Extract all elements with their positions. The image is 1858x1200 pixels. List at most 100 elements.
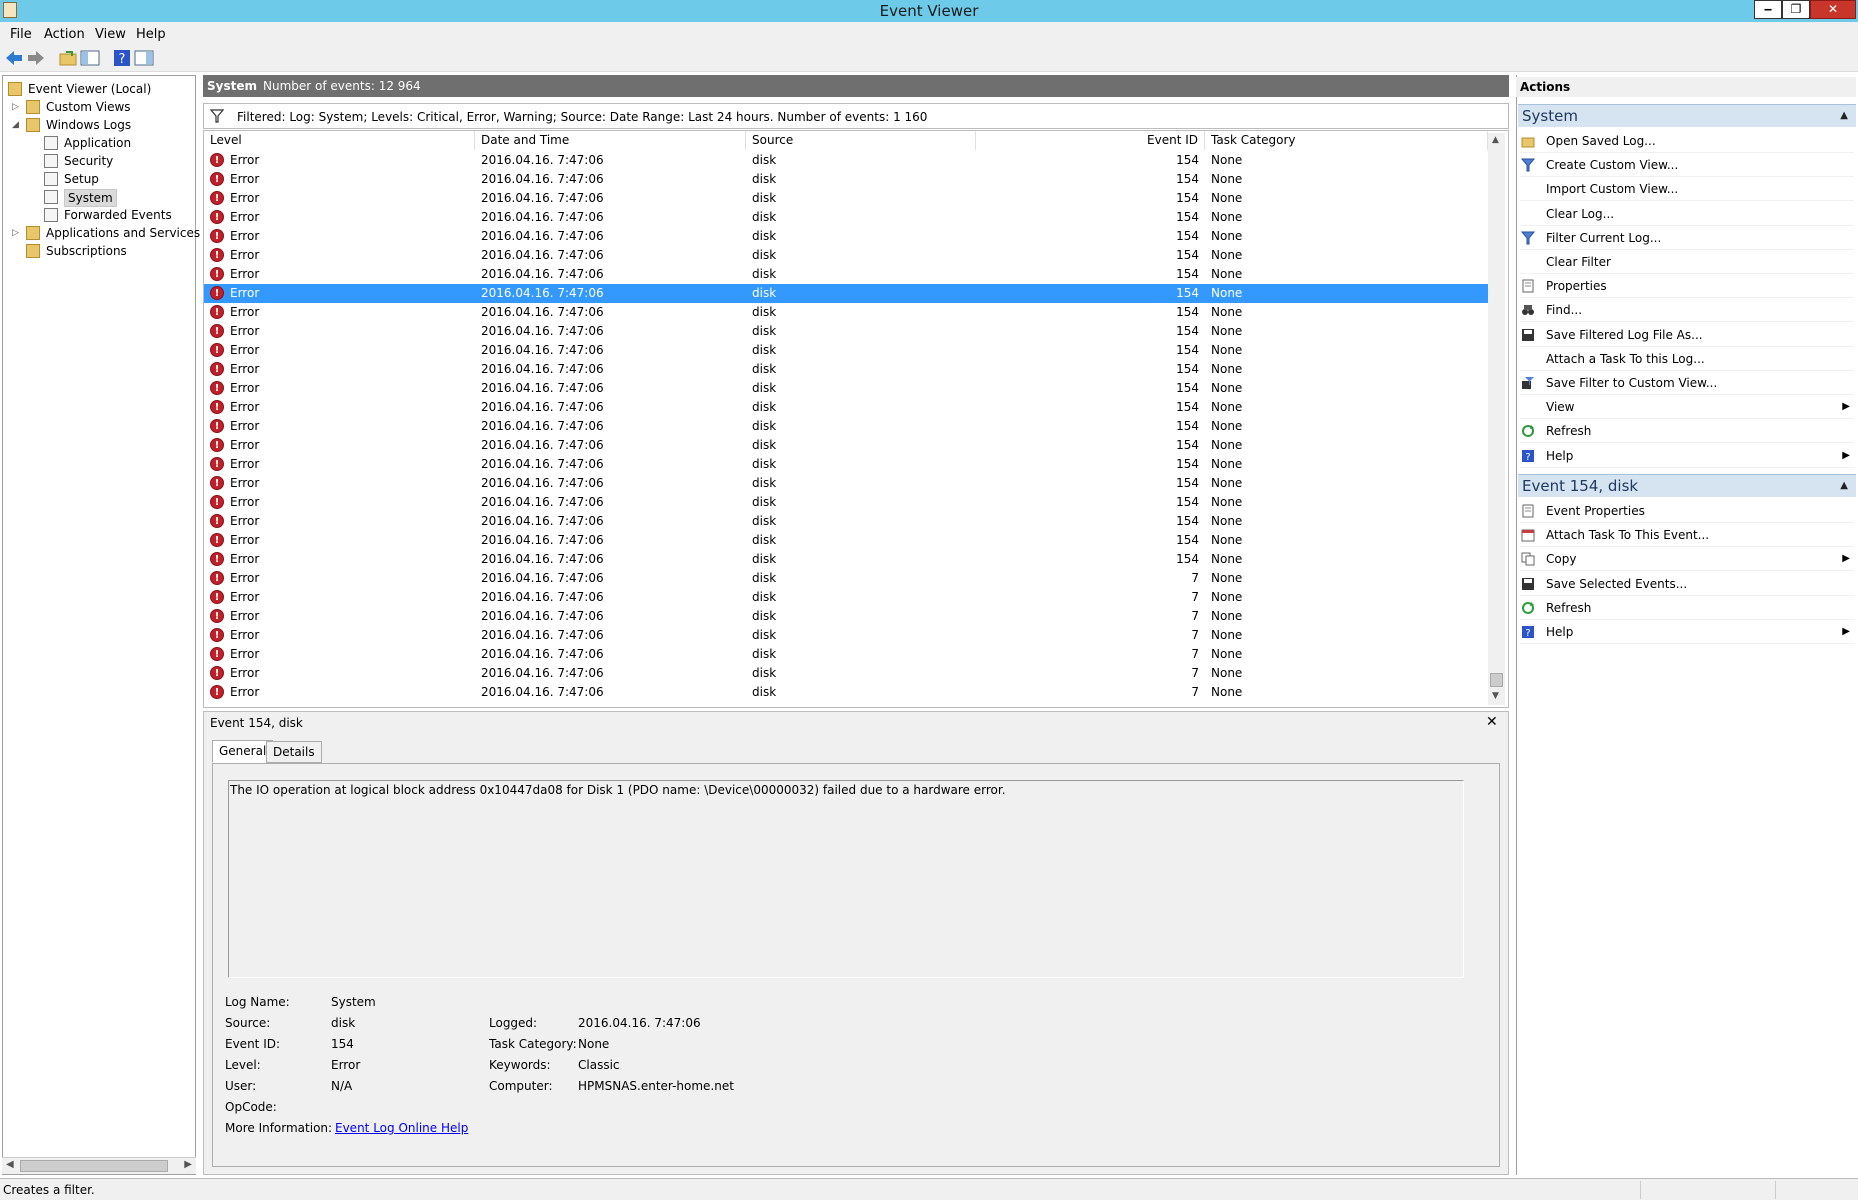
field-value-logname[interactable]: System	[331, 995, 376, 1009]
menu-file[interactable]: File	[10, 27, 32, 42]
column-event-id[interactable]: Event ID	[976, 131, 1205, 150]
column-level[interactable]: Level	[204, 131, 475, 150]
action-event-properties[interactable]: Event Properties	[1520, 499, 1854, 523]
action-help[interactable]: ? Help ▶	[1520, 620, 1854, 644]
event-row[interactable]: ! Error 2016.04.16. 7:47:06 disk 154 None	[204, 265, 1488, 284]
back-arrow-icon[interactable]	[4, 49, 24, 67]
menu-help[interactable]: Help	[136, 27, 166, 42]
event-row[interactable]: ! Error 2016.04.16. 7:47:06 disk 154 None	[204, 550, 1488, 569]
help-icon[interactable]: ?	[112, 49, 132, 67]
show-hide-tree-icon[interactable]	[80, 49, 100, 67]
tree-item-windows-logs[interactable]: ◢ Windows Logs	[2, 116, 196, 134]
event-row[interactable]: ! Error 2016.04.16. 7:47:06 disk 154 None	[204, 246, 1488, 265]
minimize-button[interactable]: ‒	[1754, 0, 1782, 19]
tree-item-forwarded-events[interactable]: Forwarded Events	[2, 206, 196, 224]
event-row[interactable]: ! Error 2016.04.16. 7:47:06 disk 154 None	[204, 398, 1488, 417]
event-row[interactable]: ! Error 2016.04.16. 7:47:06 disk 7 None	[204, 588, 1488, 607]
actions-section-header[interactable]: System ▲	[1518, 104, 1856, 127]
scroll-thumb[interactable]	[1490, 673, 1503, 687]
event-row[interactable]: ! Error 2016.04.16. 7:47:06 disk 154 None	[204, 531, 1488, 550]
event-row[interactable]: ! Error 2016.04.16. 7:47:06 disk 154 None	[204, 227, 1488, 246]
event-row[interactable]: ! Error 2016.04.16. 7:47:06 disk 154 None	[204, 455, 1488, 474]
tab-details[interactable]: Details	[266, 741, 322, 763]
maximize-button[interactable]: ❐	[1782, 0, 1810, 19]
event-row[interactable]: ! Error 2016.04.16. 7:47:06 disk 154 None	[204, 151, 1488, 170]
collapse-arrow-icon[interactable]: ◢	[12, 116, 19, 134]
field-value-level[interactable]: Error	[331, 1058, 360, 1072]
event-list-vertical-scrollbar[interactable]: ▲ ▼	[1488, 133, 1505, 705]
scroll-up-icon[interactable]: ▲	[1492, 135, 1499, 145]
action-help[interactable]: ? Help ▶	[1520, 444, 1854, 468]
action-view[interactable]: View ▶	[1520, 395, 1854, 420]
action-refresh[interactable]: Refresh	[1520, 596, 1854, 620]
menu-action[interactable]: Action	[44, 27, 85, 42]
scroll-right-icon[interactable]: ▶	[184, 1159, 192, 1170]
tree-item-setup[interactable]: Setup	[2, 170, 196, 188]
detail-close-icon[interactable]: ✕	[1486, 714, 1498, 730]
tree-item-event-viewer-local-[interactable]: Event Viewer (Local)	[2, 80, 196, 98]
column-task-category[interactable]: Task Category	[1205, 131, 1488, 150]
event-log-online-help-link[interactable]: Event Log Online Help	[335, 1121, 468, 1135]
event-row[interactable]: ! Error 2016.04.16. 7:47:06 disk 7 None	[204, 683, 1488, 702]
event-row[interactable]: ! Error 2016.04.16. 7:47:06 disk 154 None	[204, 189, 1488, 208]
event-row[interactable]: ! Error 2016.04.16. 7:47:06 disk 154 None	[204, 170, 1488, 189]
action-refresh[interactable]: Refresh	[1520, 419, 1854, 444]
action-clear-log[interactable]: Clear Log...	[1520, 202, 1854, 226]
action-attach-a-task-to-this-log[interactable]: Attach a Task To this Log...	[1520, 347, 1854, 371]
menu-view[interactable]: View	[95, 27, 126, 42]
event-row[interactable]: ! Error 2016.04.16. 7:47:06 disk 154 None	[204, 512, 1488, 531]
tree-item-subscriptions[interactable]: Subscriptions	[2, 242, 196, 260]
tab-general[interactable]: General	[212, 740, 274, 763]
action-import-custom-view[interactable]: Import Custom View...	[1520, 177, 1854, 202]
event-row[interactable]: ! Error 2016.04.16. 7:47:06 disk 7 None	[204, 645, 1488, 664]
scroll-thumb[interactable]	[20, 1160, 168, 1172]
field-value-taskcategory[interactable]: None	[578, 1037, 609, 1051]
event-row[interactable]: ! Error 2016.04.16. 7:47:06 disk 154 None	[204, 284, 1488, 303]
show-hide-action-pane-icon[interactable]	[134, 49, 154, 67]
action-clear-filter[interactable]: Clear Filter	[1520, 250, 1854, 274]
event-row[interactable]: ! Error 2016.04.16. 7:47:06 disk 7 None	[204, 607, 1488, 626]
field-value-user[interactable]: N/A	[331, 1079, 352, 1093]
action-create-custom-view[interactable]: Create Custom View...	[1520, 153, 1854, 178]
tree-item-custom-views[interactable]: ▷ Custom Views	[2, 98, 196, 116]
action-copy[interactable]: Copy ▶	[1520, 547, 1854, 572]
event-row[interactable]: ! Error 2016.04.16. 7:47:06 disk 154 None	[204, 360, 1488, 379]
field-value-keywords[interactable]: Classic	[578, 1058, 620, 1072]
action-attach-task-to-this-event[interactable]: Attach Task To This Event...	[1520, 523, 1854, 548]
scroll-left-icon[interactable]: ◀	[6, 1159, 14, 1170]
column-date-time[interactable]: Date and Time	[475, 131, 746, 150]
tree-item-system[interactable]: System	[2, 188, 196, 207]
event-row[interactable]: ! Error 2016.04.16. 7:47:06 disk 154 None	[204, 474, 1488, 493]
event-row[interactable]: ! Error 2016.04.16. 7:47:06 disk 154 None	[204, 208, 1488, 227]
expand-arrow-icon[interactable]: ▷	[12, 98, 19, 116]
tree-item-security[interactable]: Security	[2, 152, 196, 170]
event-row[interactable]: ! Error 2016.04.16. 7:47:06 disk 154 None	[204, 379, 1488, 398]
forward-arrow-icon[interactable]	[26, 49, 46, 67]
field-value-logged[interactable]: 2016.04.16. 7:47:06	[578, 1016, 701, 1030]
tree-item-applications-and-services-lo[interactable]: ▷ Applications and Services Lo	[2, 224, 218, 242]
event-row[interactable]: ! Error 2016.04.16. 7:47:06 disk 7 None	[204, 569, 1488, 588]
action-properties[interactable]: Properties	[1520, 274, 1854, 299]
event-row[interactable]: ! Error 2016.04.16. 7:47:06 disk 154 None	[204, 322, 1488, 341]
event-row[interactable]: ! Error 2016.04.16. 7:47:06 disk 154 None	[204, 303, 1488, 322]
expand-arrow-icon[interactable]: ▷	[12, 224, 19, 242]
field-value-eventid[interactable]: 154	[331, 1037, 354, 1051]
column-source[interactable]: Source	[746, 131, 976, 150]
field-value-source[interactable]: disk	[331, 1016, 355, 1030]
event-message-box[interactable]	[228, 780, 1464, 978]
action-open-saved-log[interactable]: Open Saved Log...	[1520, 129, 1854, 153]
collapse-section-icon[interactable]: ▲	[1840, 475, 1848, 497]
action-save-filter-to-custom-view[interactable]: Save Filter to Custom View...	[1520, 371, 1854, 395]
event-row[interactable]: ! Error 2016.04.16. 7:47:06 disk 154 None	[204, 436, 1488, 455]
action-save-selected-events[interactable]: Save Selected Events...	[1520, 572, 1854, 596]
action-filter-current-log[interactable]: Filter Current Log...	[1520, 226, 1854, 250]
event-row[interactable]: ! Error 2016.04.16. 7:47:06 disk 154 None	[204, 493, 1488, 512]
action-save-filtered-log-file-as[interactable]: Save Filtered Log File As...	[1520, 323, 1854, 347]
field-value-computer[interactable]: HPMSNAS.enter-home.net	[578, 1079, 734, 1093]
event-row[interactable]: ! Error 2016.04.16. 7:47:06 disk 7 None	[204, 664, 1488, 683]
event-row[interactable]: ! Error 2016.04.16. 7:47:06 disk 7 None	[204, 626, 1488, 645]
open-folder-icon[interactable]	[58, 49, 78, 67]
actions-section-header[interactable]: Event 154, disk ▲	[1518, 474, 1856, 497]
scroll-down-icon[interactable]: ▼	[1492, 691, 1499, 701]
tree-item-application[interactable]: Application	[2, 134, 196, 152]
